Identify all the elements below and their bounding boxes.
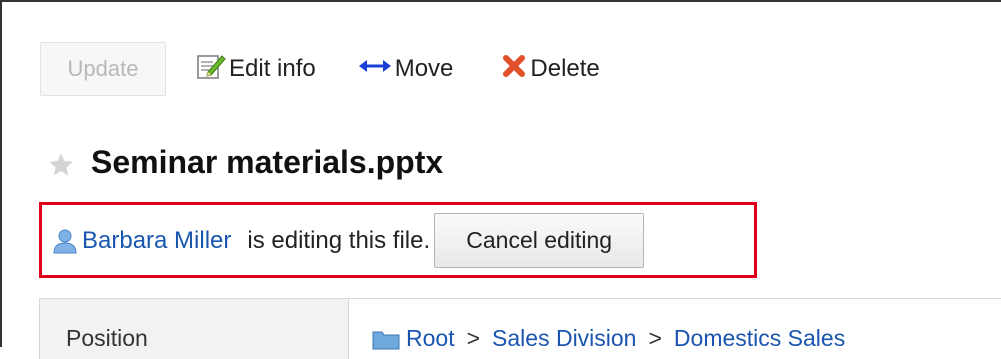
move-button[interactable]: Move [358, 55, 454, 83]
position-label-cell: Position [40, 299, 349, 359]
editing-message: is editing this file. [247, 226, 431, 254]
breadcrumb-sales-division-link[interactable]: Sales Division [492, 325, 636, 352]
delete-x-icon [501, 53, 527, 86]
edit-icon [196, 52, 226, 87]
file-title: Seminar materials.pptx [91, 144, 444, 180]
content-frame: Update Edit info Move Delete Seminar mat… [0, 0, 1001, 359]
breadcrumb-root-link[interactable]: Root [406, 325, 455, 352]
breadcrumb-domestics-sales-link[interactable]: Domestics Sales [674, 325, 845, 352]
user-icon [52, 228, 78, 254]
editing-notice: Barbara Miller is editing this file. Can… [52, 213, 645, 268]
update-button[interactable]: Update [40, 42, 166, 96]
position-label: Position [66, 325, 148, 351]
move-arrows-icon [358, 55, 392, 83]
edit-info-label: Edit info [229, 55, 316, 82]
folder-breadcrumb: Root > Sales Division > Domestics Sales [372, 325, 845, 352]
delete-label: Delete [530, 55, 600, 82]
breadcrumb-separator: > [648, 325, 662, 351]
file-title-row: Seminar materials.pptx [47, 144, 443, 181]
breadcrumb-separator: > [466, 325, 481, 351]
file-properties-table: Position Root > Sales Division > Domesti… [39, 298, 1001, 359]
edit-info-button[interactable]: Edit info [196, 52, 316, 87]
folder-icon [372, 328, 400, 350]
delete-button[interactable]: Delete [501, 53, 600, 86]
move-label: Move [394, 55, 454, 82]
favorite-star-icon[interactable] [47, 151, 75, 179]
cancel-editing-button[interactable]: Cancel editing [434, 213, 645, 268]
editing-notice-highlight: Barbara Miller is editing this file. Can… [39, 202, 757, 278]
editing-user-link[interactable]: Barbara Miller [82, 227, 231, 255]
file-toolbar: Update Edit info Move Delete [40, 40, 600, 98]
